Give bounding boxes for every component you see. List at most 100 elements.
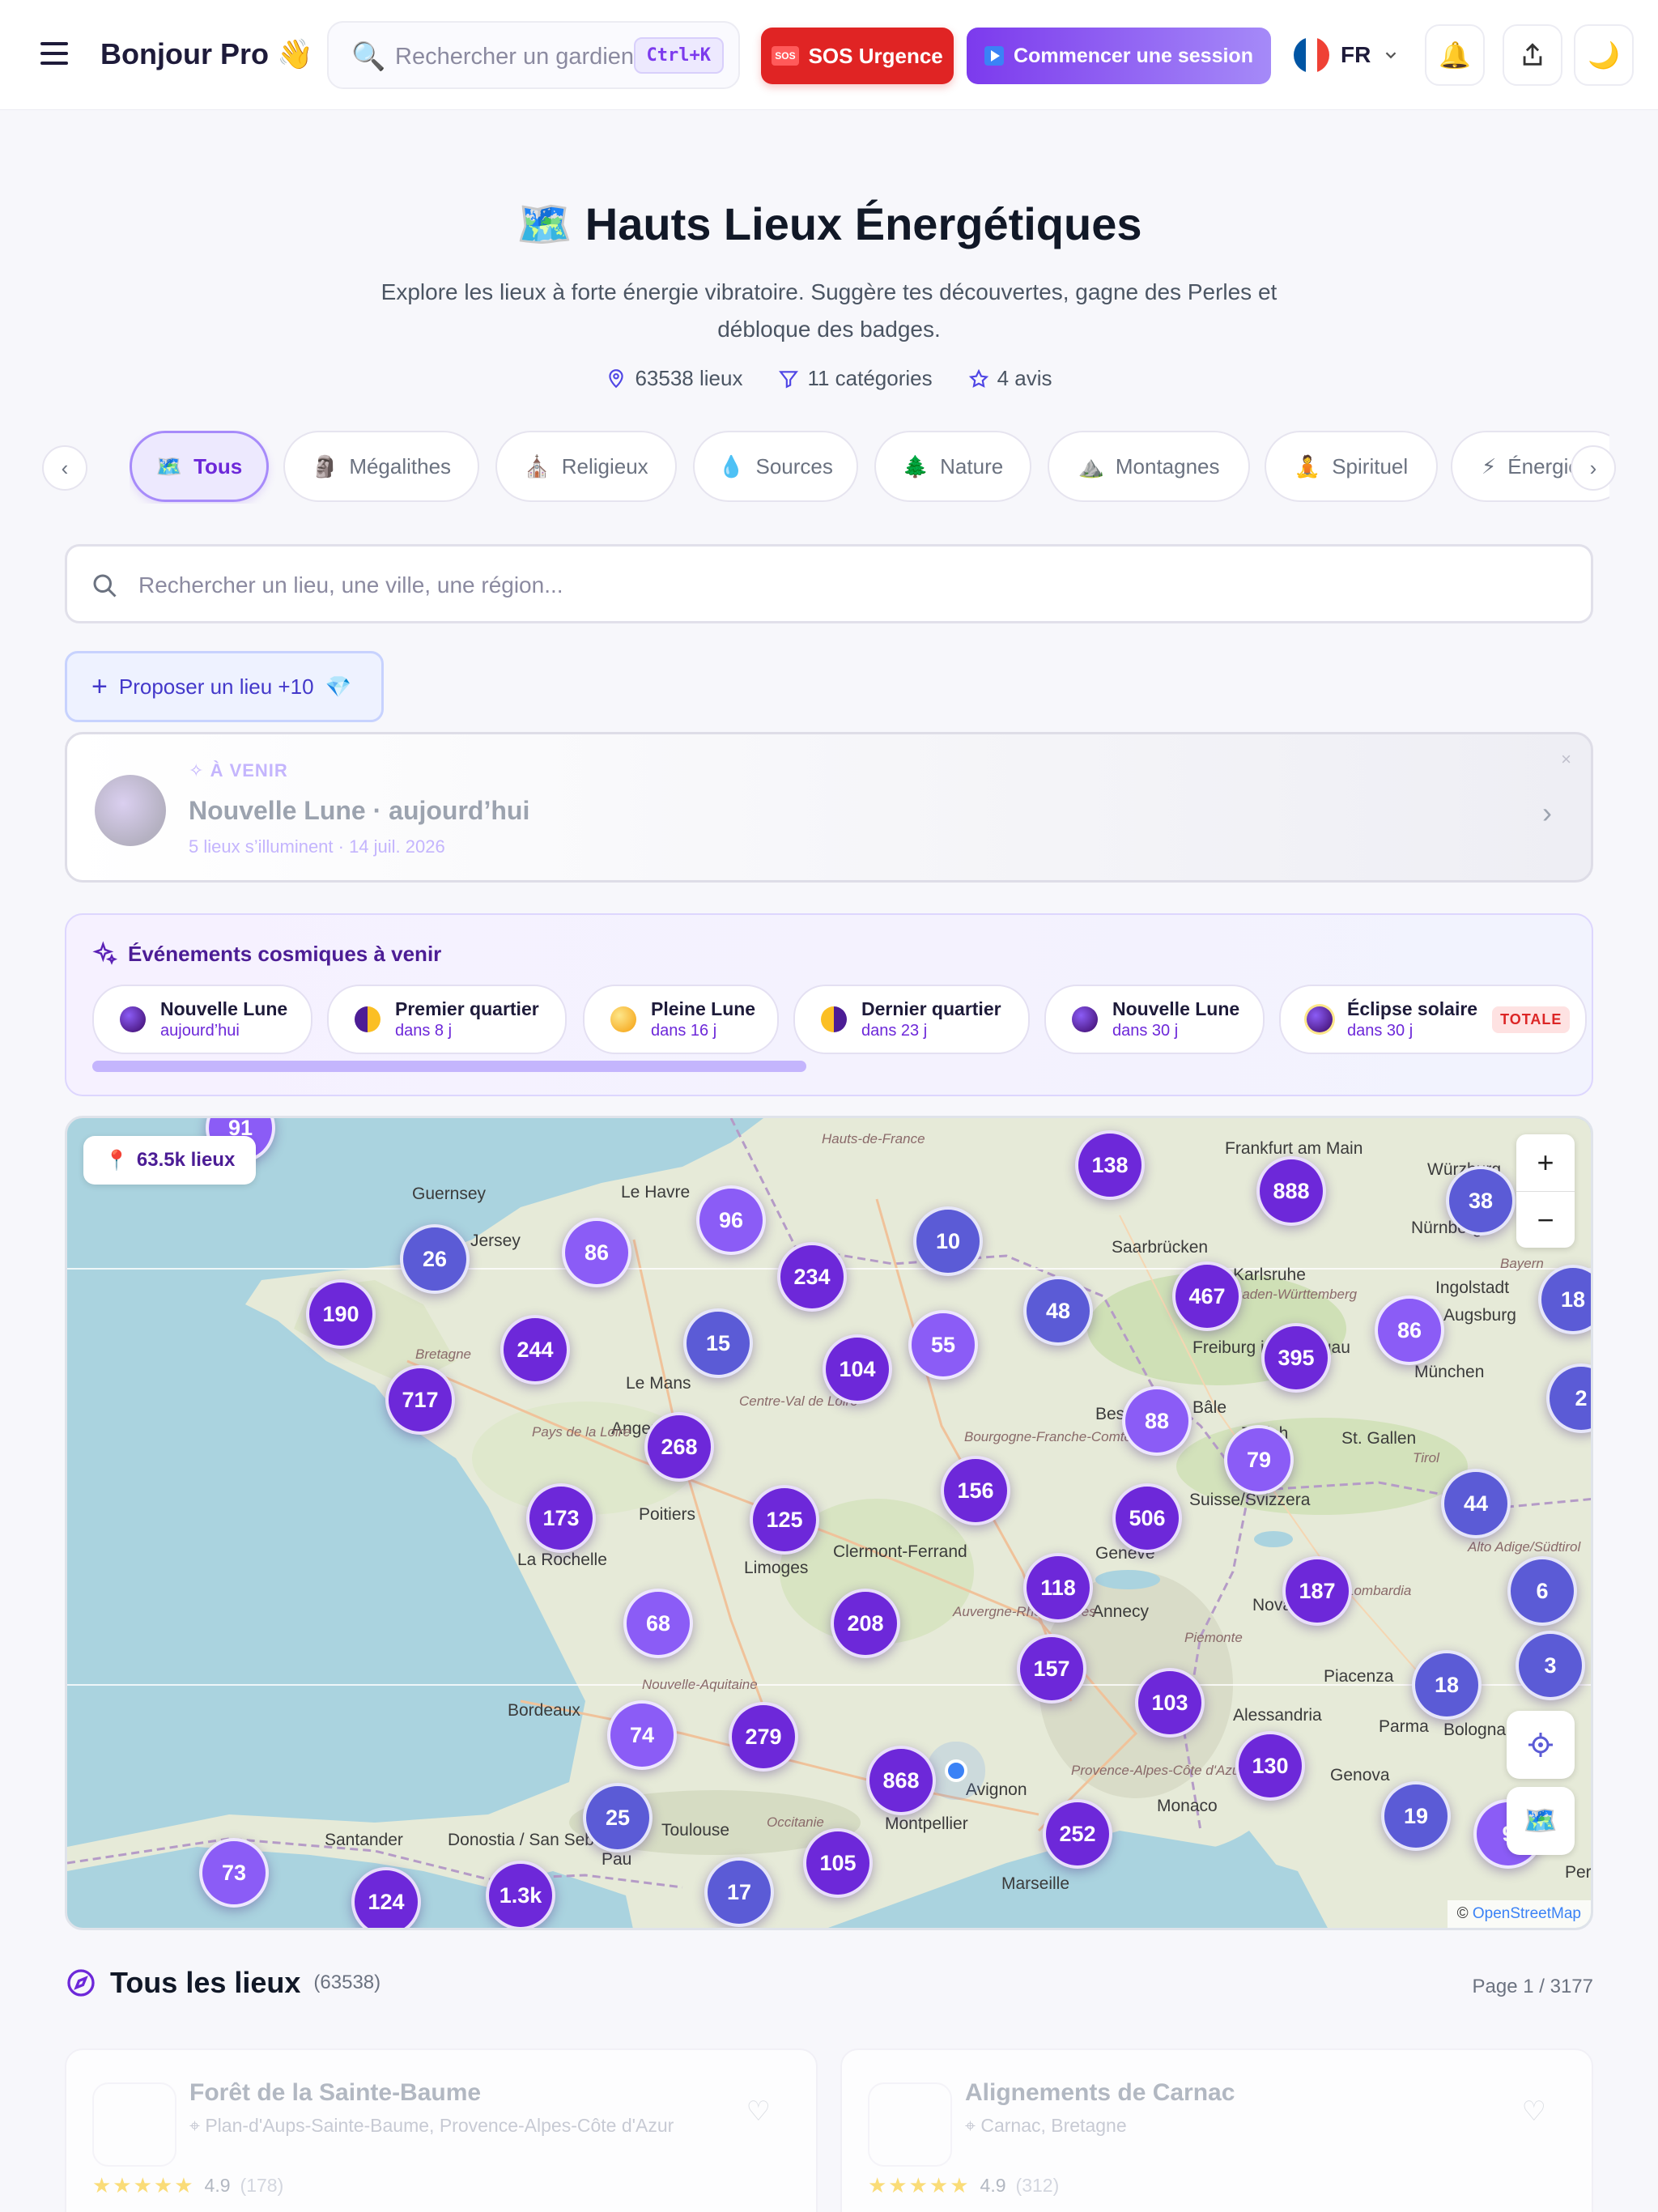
sos-urgence-button[interactable]: SOS SOS Urgence bbox=[761, 28, 954, 84]
map-cluster[interactable]: 86 bbox=[1375, 1295, 1444, 1365]
chips-scroll-left-button[interactable]: ‹ bbox=[42, 445, 87, 491]
map-cluster[interactable]: 104 bbox=[823, 1334, 892, 1404]
zoom-out-button[interactable]: − bbox=[1516, 1191, 1575, 1248]
map-cluster[interactable]: 173 bbox=[526, 1483, 596, 1553]
map-cluster[interactable]: 6 bbox=[1507, 1556, 1577, 1626]
language-selector[interactable]: FR bbox=[1294, 34, 1400, 76]
place-location-text: Carnac, Bretagne bbox=[980, 2115, 1127, 2136]
place-card[interactable]: Forêt de la Sainte-Baume ⌖ Plan-d'Aups-S… bbox=[65, 2048, 818, 2212]
map-cluster[interactable]: 268 bbox=[644, 1412, 714, 1482]
close-icon[interactable]: × bbox=[1561, 749, 1571, 770]
map-cluster[interactable]: 395 bbox=[1261, 1323, 1331, 1393]
places-list-count: (63538) bbox=[313, 1972, 381, 1993]
events-scrollbar[interactable] bbox=[92, 1061, 806, 1072]
chip-nature[interactable]: 🌲 Nature bbox=[874, 431, 1031, 502]
map-cluster[interactable]: 15 bbox=[683, 1308, 753, 1378]
menu-icon[interactable] bbox=[40, 42, 68, 65]
heart-icon[interactable]: ♡ bbox=[1522, 2095, 1546, 2128]
map-cluster[interactable]: 1.3k bbox=[486, 1861, 555, 1928]
map-cluster[interactable]: 717 bbox=[385, 1365, 455, 1435]
places-map[interactable]: Hauts-de-France Guernsey Jersey Le Havre… bbox=[65, 1116, 1593, 1930]
map-cluster[interactable]: 888 bbox=[1256, 1156, 1326, 1226]
map-cluster[interactable]: 73 bbox=[199, 1838, 269, 1908]
map-cluster[interactable]: 156 bbox=[941, 1456, 1010, 1525]
rating-value: 4.9 bbox=[980, 2175, 1006, 2196]
upcoming-event-card[interactable]: ✧ À VENIR Nouvelle Lune · aujourd’hui 5 … bbox=[65, 732, 1593, 883]
heart-icon[interactable]: ♡ bbox=[746, 2095, 771, 2128]
map-cluster[interactable]: 26 bbox=[400, 1224, 470, 1294]
locate-me-button[interactable] bbox=[1507, 1711, 1575, 1779]
map-label: Piemonte bbox=[1184, 1630, 1243, 1645]
map-cluster[interactable]: 279 bbox=[729, 1702, 798, 1772]
map-cluster[interactable]: 868 bbox=[866, 1746, 936, 1815]
map-cluster[interactable]: 157 bbox=[1017, 1634, 1086, 1704]
chip-tous[interactable]: 🗺️ Tous bbox=[130, 431, 269, 502]
map-cluster[interactable]: 190 bbox=[306, 1279, 376, 1349]
full-moon-icon bbox=[610, 1006, 636, 1032]
event-chip[interactable]: Nouvelle Lune aujourd’hui bbox=[92, 985, 312, 1054]
event-when: dans 30 j bbox=[1347, 1022, 1414, 1040]
map-cluster[interactable]: 44 bbox=[1441, 1469, 1511, 1538]
chip-spirituel[interactable]: 🧘 Spirituel bbox=[1265, 431, 1438, 502]
event-chip[interactable]: Nouvelle Lune dans 30 j bbox=[1044, 985, 1265, 1054]
share-button[interactable] bbox=[1503, 24, 1562, 86]
event-chip[interactable]: Dernier quartier dans 23 j bbox=[793, 985, 1030, 1054]
map-cluster[interactable]: 18 bbox=[1412, 1650, 1482, 1720]
theme-toggle-button[interactable]: 🌙 bbox=[1574, 24, 1634, 86]
chip-megalithes[interactable]: 🗿 Mégalithes bbox=[283, 431, 479, 502]
chip-sources[interactable]: 💧 Sources bbox=[693, 431, 858, 502]
map-label: Bayern bbox=[1500, 1256, 1544, 1271]
place-card[interactable]: Alignements de Carnac ⌖ Carnac, Bretagne… bbox=[840, 2048, 1593, 2212]
map-cluster[interactable]: 17 bbox=[704, 1857, 774, 1927]
event-chip[interactable]: Pleine Lune dans 16 j bbox=[583, 985, 779, 1054]
greeting: Bonjour Pro 👋 bbox=[100, 37, 313, 70]
map-cluster[interactable]: 208 bbox=[831, 1589, 900, 1658]
map-cluster[interactable]: 234 bbox=[777, 1242, 847, 1312]
map-cluster[interactable]: 96 bbox=[696, 1185, 766, 1255]
chips-scroll-right-button[interactable]: › bbox=[1571, 445, 1616, 491]
map-cluster[interactable]: 103 bbox=[1135, 1668, 1205, 1738]
sparkles-icon bbox=[92, 941, 118, 965]
map-label: Bologna bbox=[1443, 1721, 1507, 1739]
place-search-input[interactable]: Rechercher un lieu, une ville, une régio… bbox=[65, 544, 1593, 623]
map-cluster[interactable]: 25 bbox=[583, 1783, 653, 1853]
map-cluster[interactable]: 3 bbox=[1516, 1631, 1585, 1700]
map-label: Perugia bbox=[1565, 1863, 1592, 1882]
map-attribution: © OpenStreetMap bbox=[1447, 1900, 1591, 1928]
map-cluster[interactable]: 125 bbox=[750, 1485, 819, 1555]
map-cluster[interactable]: 187 bbox=[1282, 1556, 1352, 1626]
global-search[interactable]: 🔍 Rechercher un gardien, u Ctrl+K bbox=[327, 21, 740, 89]
propose-place-button[interactable]: + Proposer un lieu +10 💎 bbox=[65, 651, 384, 722]
event-chip[interactable]: Premier quartier dans 8 j bbox=[327, 985, 567, 1054]
map-cluster[interactable]: 124 bbox=[351, 1867, 421, 1928]
map-cluster[interactable]: 88 bbox=[1122, 1386, 1192, 1456]
map-cluster[interactable]: 68 bbox=[623, 1589, 693, 1658]
map-cluster[interactable]: 506 bbox=[1112, 1483, 1182, 1553]
map-cluster[interactable]: 19 bbox=[1381, 1781, 1451, 1851]
map-cluster[interactable]: 10 bbox=[913, 1206, 983, 1276]
map-cluster[interactable]: 74 bbox=[607, 1700, 677, 1770]
map-cluster[interactable]: 55 bbox=[908, 1310, 978, 1380]
map-cluster[interactable]: 138 bbox=[1075, 1130, 1145, 1200]
map-count-text: 63.5k lieux bbox=[136, 1149, 236, 1171]
chip-montagnes[interactable]: ⛰️ Montagnes bbox=[1048, 431, 1250, 502]
event-chip[interactable]: Éclipse solaire dans 30 j TOTALE bbox=[1279, 985, 1587, 1054]
map-cluster[interactable]: 105 bbox=[803, 1828, 873, 1898]
zoom-in-button[interactable]: + bbox=[1516, 1134, 1575, 1191]
map-layers-button[interactable]: 🗺️ bbox=[1507, 1787, 1575, 1855]
map-cluster[interactable]: 467 bbox=[1172, 1261, 1242, 1331]
map-cluster[interactable]: 130 bbox=[1235, 1731, 1305, 1801]
map-cluster[interactable]: 38 bbox=[1446, 1166, 1516, 1236]
map-cluster[interactable]: 48 bbox=[1023, 1276, 1093, 1346]
start-session-button[interactable]: Commencer une session bbox=[967, 28, 1271, 84]
map-cluster[interactable]: 252 bbox=[1043, 1799, 1112, 1869]
notifications-button[interactable]: 🔔 bbox=[1425, 24, 1485, 86]
map-cluster[interactable]: 79 bbox=[1224, 1425, 1294, 1495]
chip-religieux[interactable]: ⛪ Religieux bbox=[495, 431, 677, 502]
map-label: München bbox=[1414, 1363, 1485, 1381]
map-cluster[interactable]: 244 bbox=[500, 1315, 570, 1385]
chip-label: Tous bbox=[193, 453, 243, 479]
map-cluster[interactable]: 118 bbox=[1023, 1553, 1093, 1623]
osm-link[interactable]: OpenStreetMap bbox=[1473, 1905, 1581, 1922]
map-cluster[interactable]: 86 bbox=[562, 1218, 631, 1287]
